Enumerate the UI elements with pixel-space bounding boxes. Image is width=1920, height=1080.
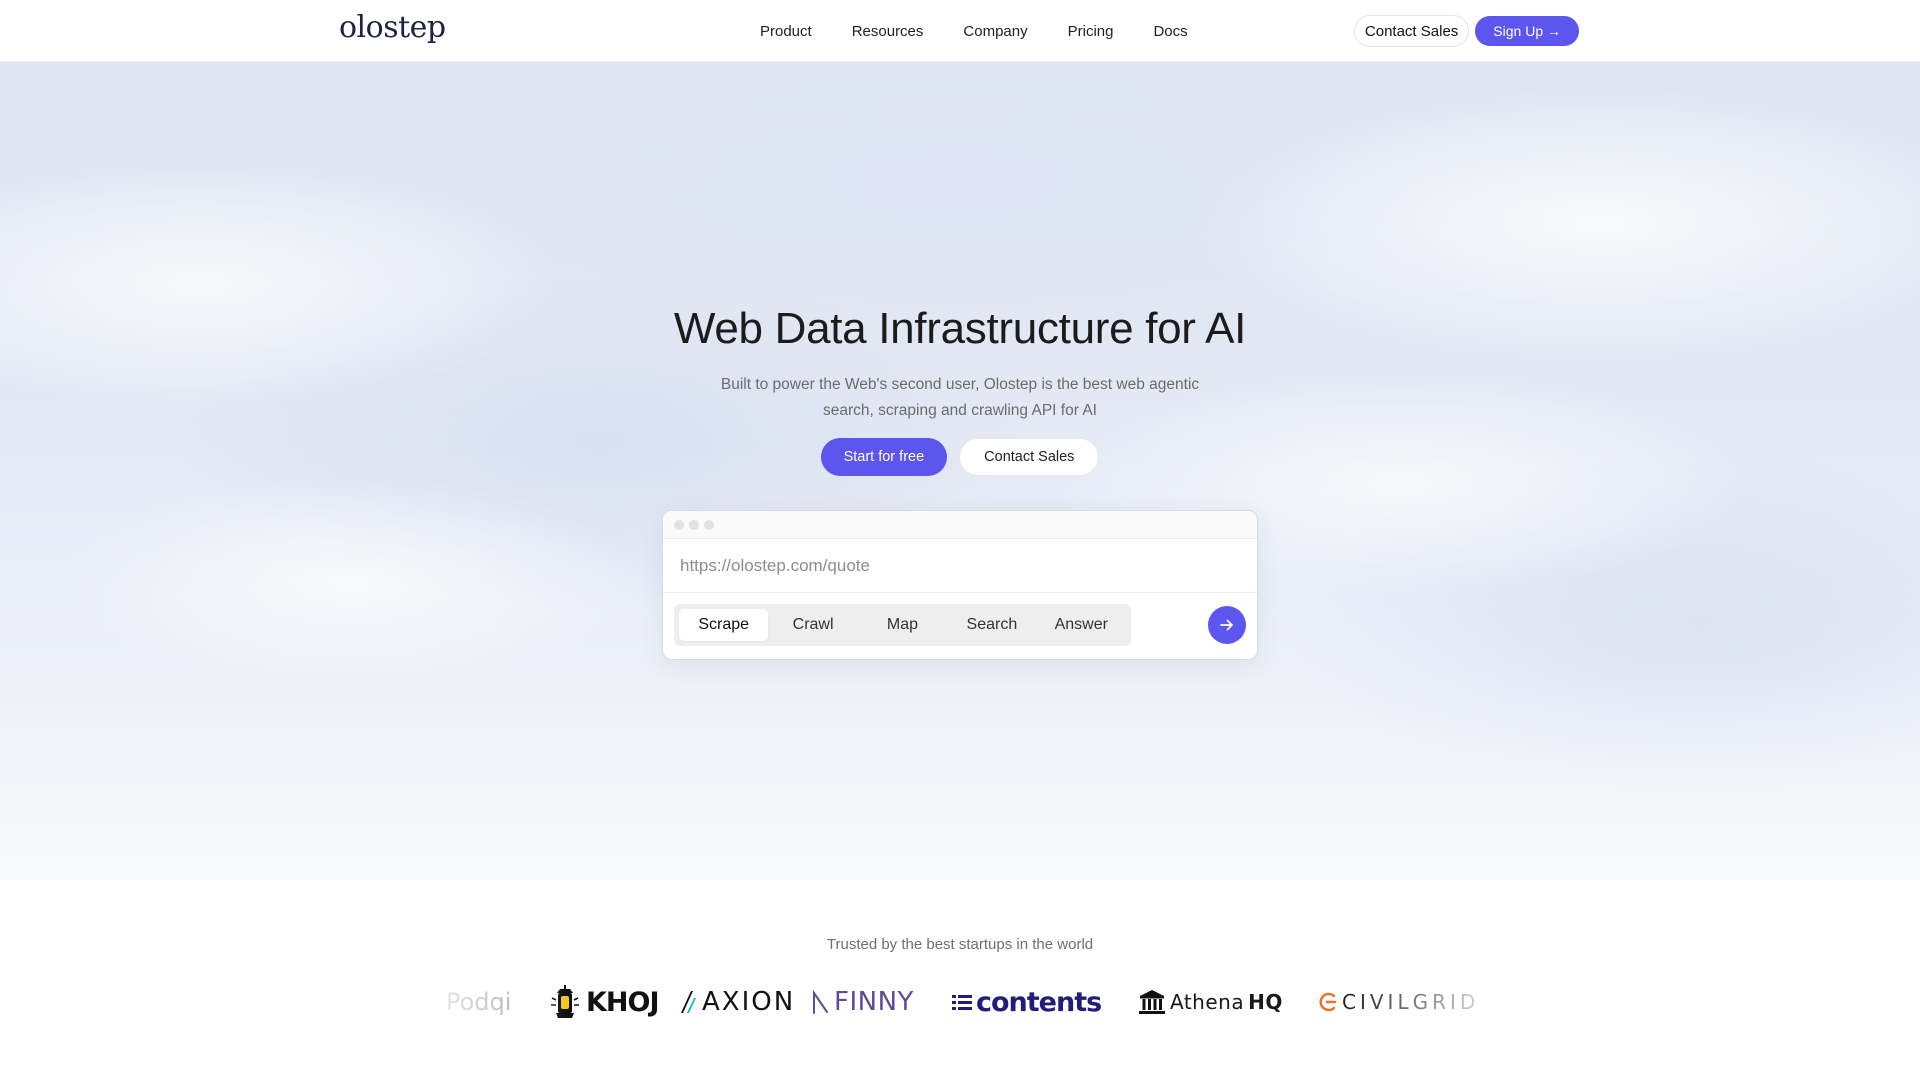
axion-mark-icon [681,991,696,1013]
hero-cta-group: Start for free Contact Sales [0,438,1920,476]
demo-titlebar [663,511,1257,539]
url-input[interactable] [663,539,1257,593]
site-header: olostep Product Resources Company Pricin… [0,0,1920,62]
hero-contact-sales-button[interactable]: Contact Sales [959,438,1100,476]
start-for-free-button[interactable]: Start for free [820,438,948,476]
lantern-icon [551,985,579,1018]
hero-subtitle: Built to power the Web's second user, Ol… [720,376,1200,419]
logo-civilgrid: CIVILGRID [1316,990,1479,1014]
nav-item-company[interactable]: Company [943,23,1047,40]
tab-crawl[interactable]: Crawl [768,609,857,641]
nav-item-resources[interactable]: Resources [832,23,944,40]
nav-item-product[interactable]: Product [740,23,832,40]
window-dot-icon [704,519,714,530]
header-contact-sales-button[interactable]: Contact Sales [1353,15,1470,47]
tab-answer[interactable]: Answer [1037,609,1126,641]
civilgrid-mark-icon [1319,992,1337,1012]
logo-athenahq: Athena HQ [1138,988,1283,1016]
window-dot-icon [689,519,699,530]
sign-up-button[interactable]: Sign Up → [1475,16,1579,46]
mode-tabs: Scrape Crawl Map Search Answer [674,604,1131,646]
demo-controls: Scrape Crawl Map Search Answer [663,593,1257,659]
nav-item-pricing[interactable]: Pricing [1048,23,1134,40]
hero-cloud-background [0,62,1920,902]
header-actions: Contact Sales Sign Up → [1353,15,1579,47]
logo-khoj: KHOJ [548,984,660,1020]
arrow-right-icon [1220,619,1233,631]
main-nav: Product Resources Company Pricing Docs [740,0,1208,62]
tab-map[interactable]: Map [858,609,947,641]
brand-logo[interactable]: olostep [339,10,446,45]
window-dot-icon [674,519,684,530]
logo-axion: AXION [680,987,795,1017]
tab-search[interactable]: Search [947,609,1036,641]
submit-button[interactable] [1208,606,1246,644]
trusted-heading: Trusted by the best startups in the worl… [826,936,1094,953]
temple-icon [1139,990,1165,1014]
list-icon [952,995,972,1010]
tab-scrape[interactable]: Scrape [679,609,769,641]
hero-title: Web Data Infrastructure for AI [673,304,1247,353]
nav-item-docs[interactable]: Docs [1133,23,1207,40]
customer-logos-strip: Podqi KHOJ AXION FINNY contents Athena H… [440,978,1480,1026]
logo-contents: contents [952,987,1102,1018]
logo-podqi: Podqi [446,988,512,1016]
api-demo-window: Scrape Crawl Map Search Answer [662,510,1258,660]
logo-finny: FINNY [812,987,914,1017]
finny-mark-icon [813,990,828,1014]
